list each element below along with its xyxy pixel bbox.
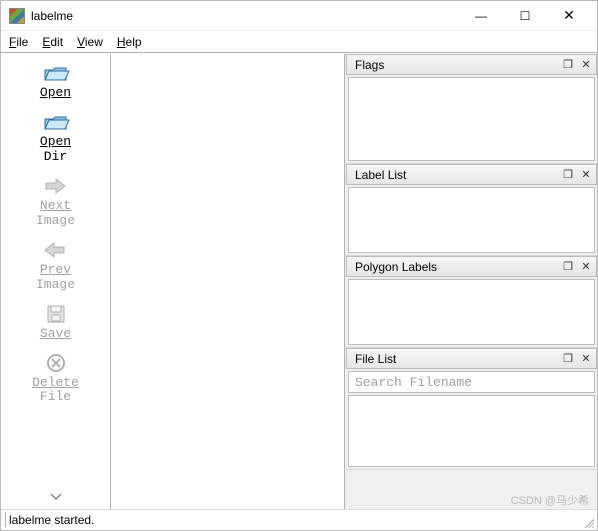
open-dir-label-2: Dir xyxy=(44,149,67,164)
undock-icon[interactable]: ❐ xyxy=(560,351,576,367)
delete-label-2: File xyxy=(40,389,71,404)
panel-flags: Flags ❐ ✕ xyxy=(346,54,597,164)
panel-label-list: Label List ❐ ✕ xyxy=(346,164,597,256)
panel-header-polygon-labels[interactable]: Polygon Labels ❐ ✕ xyxy=(346,256,597,277)
panel-title-flags: Flags xyxy=(355,58,558,72)
panel-title-polygon-labels: Polygon Labels xyxy=(355,260,558,274)
toolbar-overflow-chevron-icon[interactable] xyxy=(50,490,62,505)
open-dir-button[interactable]: Open Dir xyxy=(36,109,75,167)
arrow-right-icon xyxy=(41,175,69,197)
resize-grip-icon[interactable] xyxy=(582,516,594,528)
close-panel-icon[interactable]: ✕ xyxy=(578,351,594,367)
delete-file-button: Delete File xyxy=(28,350,83,408)
floppy-icon xyxy=(42,303,70,325)
menu-file[interactable]: File xyxy=(9,35,28,49)
undock-icon[interactable]: ❐ xyxy=(560,57,576,73)
search-placeholder-text: Search Filename xyxy=(355,375,472,390)
panel-title-file-list: File List xyxy=(355,352,558,366)
flags-list[interactable] xyxy=(348,77,595,161)
search-filename-input[interactable]: Search Filename xyxy=(348,371,595,393)
undock-icon[interactable]: ❐ xyxy=(560,167,576,183)
close-panel-icon[interactable]: ✕ xyxy=(578,167,594,183)
prev-label-2: Image xyxy=(36,277,75,292)
app-icon xyxy=(9,8,25,24)
prev-label-1: Prev xyxy=(40,262,71,277)
close-panel-icon[interactable]: ✕ xyxy=(578,57,594,73)
folder-icon xyxy=(42,111,70,133)
label-list[interactable] xyxy=(348,187,595,253)
window-controls: — ☐ ✕ xyxy=(459,2,591,30)
next-label-1: Next xyxy=(40,198,71,213)
menu-help[interactable]: Help xyxy=(117,35,142,49)
minimize-button[interactable]: — xyxy=(459,2,503,30)
next-label-2: Image xyxy=(36,213,75,228)
main-area: Open Open Dir Next Image xyxy=(1,54,597,509)
side-panels: Flags ❐ ✕ Label List ❐ ✕ Polygon Labels … xyxy=(345,54,597,509)
delete-icon xyxy=(42,352,70,374)
prev-image-button: Prev Image xyxy=(32,237,79,295)
panel-header-file-list[interactable]: File List ❐ ✕ xyxy=(346,348,597,369)
open-label: Open xyxy=(40,85,71,100)
statusbar: labelme started. xyxy=(1,509,597,530)
undock-icon[interactable]: ❐ xyxy=(560,259,576,275)
toolbar: Open Open Dir Next Image xyxy=(1,54,111,509)
canvas-area[interactable] xyxy=(111,54,345,509)
save-button: Save xyxy=(36,301,75,344)
open-dir-label-1: Open xyxy=(40,134,71,149)
polygon-labels-list[interactable] xyxy=(348,279,595,345)
save-label: Save xyxy=(40,326,71,341)
delete-label-1: Delete xyxy=(32,375,79,390)
close-button[interactable]: ✕ xyxy=(547,2,591,30)
maximize-button[interactable]: ☐ xyxy=(503,2,547,30)
menubar: File Edit View Help xyxy=(1,31,597,53)
panel-title-label-list: Label List xyxy=(355,168,558,182)
folder-open-icon xyxy=(42,62,70,84)
panel-header-label-list[interactable]: Label List ❐ ✕ xyxy=(346,164,597,185)
window-title: labelme xyxy=(31,9,459,23)
titlebar: labelme — ☐ ✕ xyxy=(1,1,597,31)
close-panel-icon[interactable]: ✕ xyxy=(578,259,594,275)
open-button[interactable]: Open xyxy=(36,60,75,103)
next-image-button: Next Image xyxy=(32,173,79,231)
panel-file-list: File List ❐ ✕ Search Filename xyxy=(346,348,597,470)
menu-view[interactable]: View xyxy=(77,35,103,49)
arrow-left-icon xyxy=(41,239,69,261)
panel-header-flags[interactable]: Flags ❐ ✕ xyxy=(346,54,597,75)
menu-edit[interactable]: Edit xyxy=(42,35,63,49)
status-text: labelme started. xyxy=(9,513,94,527)
file-list[interactable] xyxy=(348,395,595,467)
panel-polygon-labels: Polygon Labels ❐ ✕ xyxy=(346,256,597,348)
